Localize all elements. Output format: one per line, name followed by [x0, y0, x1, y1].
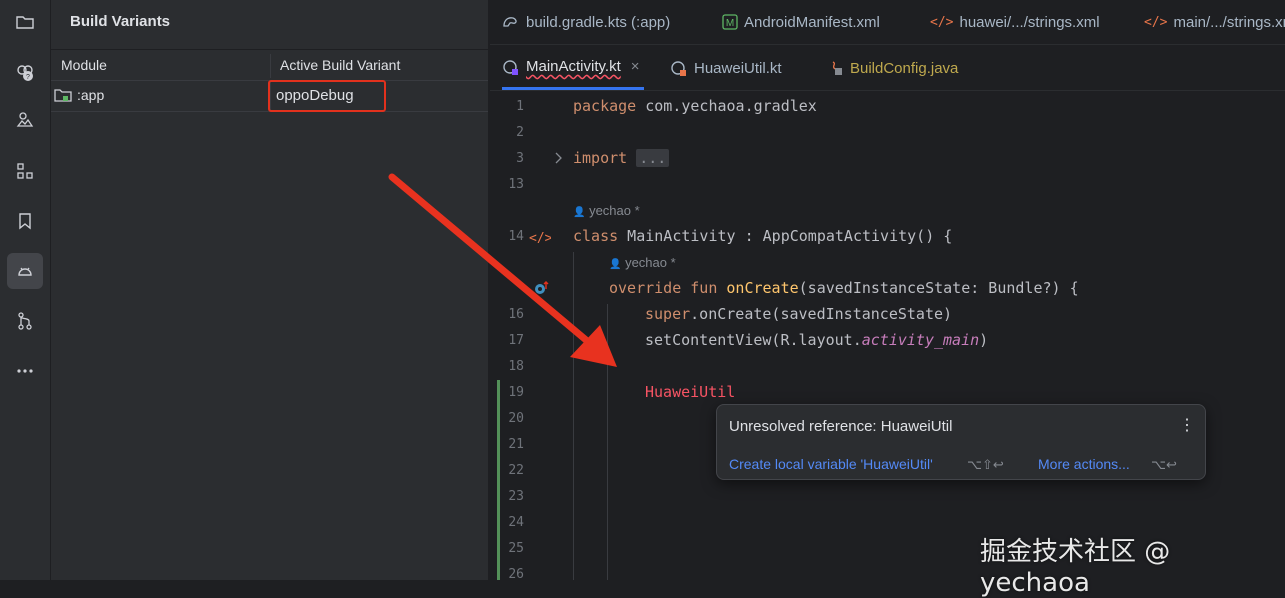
line-number: 2	[516, 125, 524, 140]
unresolved-reference[interactable]: HuaweiUtil	[645, 383, 735, 401]
line-number: 21	[508, 437, 524, 452]
line-number: 1	[516, 99, 524, 114]
tab-build-gradle[interactable]: build.gradle.kts (:app)	[502, 0, 670, 44]
bookmarks-icon[interactable]	[7, 203, 43, 239]
module-name: :app	[77, 87, 105, 103]
tab-main-strings[interactable]: </> main/.../strings.xml	[1144, 0, 1285, 44]
code-line[interactable]: setContentView(R.layout.activity_main)	[645, 331, 988, 349]
line-number: 25	[508, 541, 524, 556]
table-row[interactable]: :app oppoDebug	[51, 80, 488, 112]
line-number: 22	[508, 463, 524, 478]
tab-label: MainActivity.kt	[526, 58, 621, 75]
module-cell: :app	[54, 87, 104, 103]
tab-huawei-strings[interactable]: </> huawei/.../strings.xml	[930, 0, 1100, 44]
editor-tab-row-1: build.gradle.kts (:app) M AndroidManifes…	[490, 0, 1285, 45]
module-folder-icon	[54, 89, 72, 102]
line-number: 19	[508, 385, 524, 400]
column-header-module[interactable]: Module	[61, 57, 107, 73]
line-number: 20	[508, 411, 524, 426]
manifest-icon: M	[722, 14, 738, 30]
watermark: 掘金技术社区 @ yechaoa	[980, 537, 1171, 598]
kotlin-class-icon	[503, 59, 518, 75]
code-keyword: super	[645, 305, 691, 323]
code-text: .onCreate(savedInstanceState)	[690, 305, 953, 323]
code-keyword: package	[573, 97, 637, 115]
code-line[interactable]: package com.yechaoa.gradlex	[573, 97, 817, 115]
xml-icon: </>	[930, 14, 954, 30]
gradle-icon	[503, 17, 517, 27]
svg-text:?: ?	[26, 74, 30, 81]
more-actions-link[interactable]: More actions...	[1038, 456, 1130, 472]
xml-icon: </>	[1144, 14, 1168, 30]
tab-label: huawei/.../strings.xml	[959, 13, 1100, 31]
svg-text:M: M	[726, 18, 734, 29]
panel-title: Build Variants	[70, 13, 171, 30]
code-text: setContentView(R.layout.	[645, 331, 862, 349]
code-line[interactable]: HuaweiUtil	[645, 383, 735, 401]
active-variant-dropdown[interactable]: oppoDebug	[276, 87, 354, 104]
code-function: onCreate	[726, 279, 799, 297]
table-header: Module Active Build Variant	[51, 49, 488, 81]
code-line[interactable]: super.onCreate(savedInstanceState)	[645, 305, 952, 323]
code-text: )	[979, 331, 989, 349]
structure-icon[interactable]	[7, 153, 43, 189]
tool-window-strip: ?	[0, 0, 51, 580]
annotation-arrow	[388, 173, 617, 367]
line-number: 23	[508, 489, 524, 504]
more-tools-icon[interactable]	[7, 353, 43, 389]
tab-label: HuaweiUtil.kt	[694, 59, 782, 77]
code-field: activity_main	[861, 331, 980, 349]
tab-main-activity[interactable]: MainActivity.kt ×	[502, 46, 644, 90]
git-branch-icon[interactable]	[7, 303, 43, 339]
shortcut-hint: ⌥⇧↩	[967, 457, 1004, 472]
tab-label: AndroidManifest.xml	[744, 13, 880, 31]
close-icon[interactable]: ×	[631, 58, 640, 75]
shortcut-hint: ⌥↩	[1151, 457, 1177, 472]
error-popup: Unresolved reference: HuaweiUtil ⋮ Creat…	[716, 404, 1206, 480]
tab-huawei-util[interactable]: HuaweiUtil.kt	[670, 46, 782, 90]
code-line[interactable]: override fun onCreate(savedInstanceState…	[609, 279, 1079, 297]
fold-chevron-icon[interactable]	[553, 151, 565, 165]
column-header-active-variant[interactable]: Active Build Variant	[280, 57, 400, 73]
tab-label: BuildConfig.java	[850, 59, 959, 77]
create-local-variable-link[interactable]: Create local variable 'HuaweiUtil'	[729, 456, 933, 472]
tab-label: main/.../strings.xml	[1173, 13, 1285, 31]
author-hint-text: yechao *	[625, 255, 676, 270]
tab-build-config[interactable]: BuildConfig.java	[828, 46, 958, 90]
code-text: MainActivity : AppCompatActivity() {	[618, 227, 953, 245]
column-divider[interactable]	[270, 54, 271, 78]
java-lock-icon	[832, 61, 842, 75]
editor-tab-row-2: MainActivity.kt × HuaweiUtil.kt BuildCon…	[490, 46, 1285, 91]
project-folder-icon[interactable]	[7, 4, 43, 40]
error-message: Unresolved reference: HuaweiUtil	[729, 418, 953, 435]
tab-label: build.gradle.kts (:app)	[526, 13, 671, 31]
tab-android-manifest[interactable]: M AndroidManifest.xml	[722, 0, 880, 44]
resource-manager-icon[interactable]	[7, 102, 43, 138]
code-text: com.yechaoa.gradlex	[636, 97, 817, 115]
folded-imports[interactable]: ...	[636, 149, 670, 167]
line-number: 24	[508, 515, 524, 530]
kotlin-class-icon	[671, 61, 686, 76]
vcs-change-marker[interactable]	[497, 380, 500, 580]
code-text: (savedInstanceState: Bundle?) {	[798, 279, 1079, 297]
line-number: 3	[516, 151, 524, 166]
gemini-assistant-icon[interactable]: ?	[7, 54, 43, 90]
more-vertical-icon[interactable]: ⋮	[1179, 415, 1195, 435]
build-variants-icon[interactable]	[7, 253, 43, 289]
